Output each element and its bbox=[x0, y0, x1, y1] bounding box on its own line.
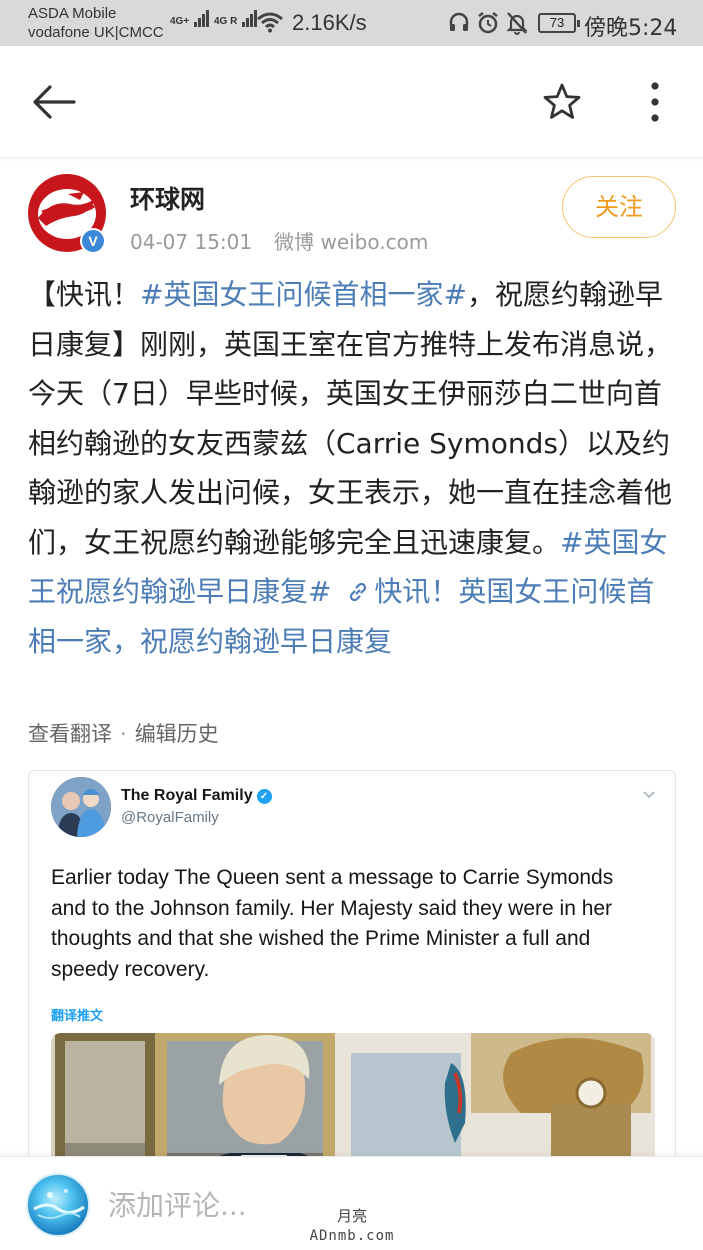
translate-tweet-link: 翻译推文 bbox=[51, 1009, 104, 1024]
tweet-text: Earlier today The Queen sent a message t… bbox=[51, 866, 614, 981]
arrow-left-icon[interactable] bbox=[30, 82, 78, 122]
vertical-dots-icon[interactable] bbox=[640, 80, 670, 124]
headphones-icon bbox=[449, 12, 469, 31]
royal-photo-icon bbox=[51, 777, 111, 837]
tweet-avatar bbox=[51, 777, 111, 837]
battery-icon: 73 bbox=[538, 13, 580, 33]
follow-button[interactable]: 关注 bbox=[562, 176, 676, 238]
hashtag-link-1[interactable]: #英国女王问候首相一家# bbox=[140, 278, 467, 311]
alarm-icon bbox=[478, 12, 498, 34]
network2-label: 4G R bbox=[214, 16, 238, 27]
verified-badge: V bbox=[80, 228, 106, 254]
watermark: 月亮 ADnmb.com bbox=[292, 1206, 412, 1246]
watermark-line2: ADnmb.com bbox=[309, 1228, 395, 1244]
verified-check-icon: ✓ bbox=[256, 789, 272, 804]
watermark-line1: 月亮 bbox=[336, 1207, 367, 1225]
carrier-line1: ASDA Mobile bbox=[28, 5, 117, 22]
signal-icon: 4G+ bbox=[170, 10, 210, 27]
signal-icon-2: 4G R bbox=[214, 10, 258, 27]
edit-history-link[interactable]: 编辑历史 bbox=[135, 722, 219, 746]
wifi-icon bbox=[257, 12, 283, 33]
carrier-line2: vodafone UK|CMCC bbox=[28, 24, 164, 41]
link-icon bbox=[350, 582, 367, 602]
view-translation-link[interactable]: 查看翻译 bbox=[28, 722, 112, 746]
actions-separator: · bbox=[120, 722, 127, 746]
tweet-author-name: The Royal Family ✓ bbox=[121, 787, 272, 805]
water-splash-icon bbox=[33, 1189, 85, 1219]
chevron-down-icon bbox=[643, 791, 655, 799]
status-bar: ASDA Mobile vodafone UK|CMCC 4G+ 4G R 2.… bbox=[0, 0, 703, 46]
post-source: 微博 weibo.com bbox=[274, 230, 429, 254]
network-speed: 2.16K/s bbox=[292, 10, 367, 35]
tweet-handle: @RoyalFamily bbox=[121, 809, 219, 826]
post-text-part2: ，祝愿约翰逊早日康复】刚刚，英国王室在官方推特上发布消息说，今天（7日）早些时候… bbox=[28, 278, 673, 559]
user-avatar[interactable] bbox=[26, 1173, 90, 1237]
clock: 傍晚5:24 bbox=[584, 16, 678, 41]
post-timestamp: 04-07 15:01 bbox=[130, 230, 253, 254]
post-body: 【快讯！#英国女王问候首相一家#，祝愿约翰逊早日康复】刚刚，英国王室在官方推特上… bbox=[28, 270, 678, 666]
carrier-info: ASDA Mobile vodafone UK|CMCC bbox=[28, 4, 164, 42]
top-navigation-bar bbox=[0, 46, 703, 158]
post-text-part1: 【快讯！ bbox=[28, 278, 141, 311]
tweet-author-label: The Royal Family bbox=[121, 787, 253, 804]
post-actions: 查看翻译 · 编辑历史 bbox=[28, 718, 219, 748]
star-outline-icon[interactable] bbox=[540, 80, 584, 124]
network1-label: 4G+ bbox=[170, 16, 190, 27]
author-name[interactable]: 环球网 bbox=[130, 180, 205, 216]
post-meta: 04-07 15:01 微博 weibo.com bbox=[130, 226, 428, 255]
mute-bell-icon bbox=[506, 12, 528, 35]
